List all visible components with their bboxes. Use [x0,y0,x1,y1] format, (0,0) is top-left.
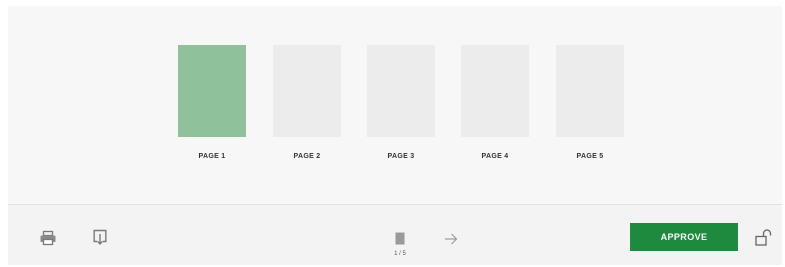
page-label-3: PAGE 3 [387,153,415,160]
page-thumbnails: PAGE 1 PAGE 2 PAGE 3 PAGE 4 PAGE 5 [8,6,782,204]
page-label-4: PAGE 4 [481,153,509,160]
print-icon[interactable] [39,230,57,251]
page-indicator: 1 / 5 [394,251,406,257]
page-icon[interactable] [395,232,405,250]
download-icon[interactable] [92,229,108,251]
page-thumbnail-2[interactable] [273,45,341,137]
page-thumbnail-1[interactable] [178,45,246,137]
page-label-5: PAGE 5 [576,153,604,160]
page-thumbnail-4[interactable] [461,45,529,137]
page-label-1: PAGE 1 [198,153,226,160]
arrow-right-icon[interactable] [444,232,458,250]
unlock-icon[interactable] [755,229,773,251]
approve-button[interactable]: APPROVE [630,223,738,251]
page-thumbnail-5[interactable] [556,45,624,137]
page-label-2: PAGE 2 [293,153,321,160]
bottom-toolbar: 1 / 5 APPROVE [8,204,782,265]
document-viewer: PAGE 1 PAGE 2 PAGE 3 PAGE 4 PAGE 5 1 / 5… [8,6,782,265]
page-thumbnail-3[interactable] [367,45,435,137]
